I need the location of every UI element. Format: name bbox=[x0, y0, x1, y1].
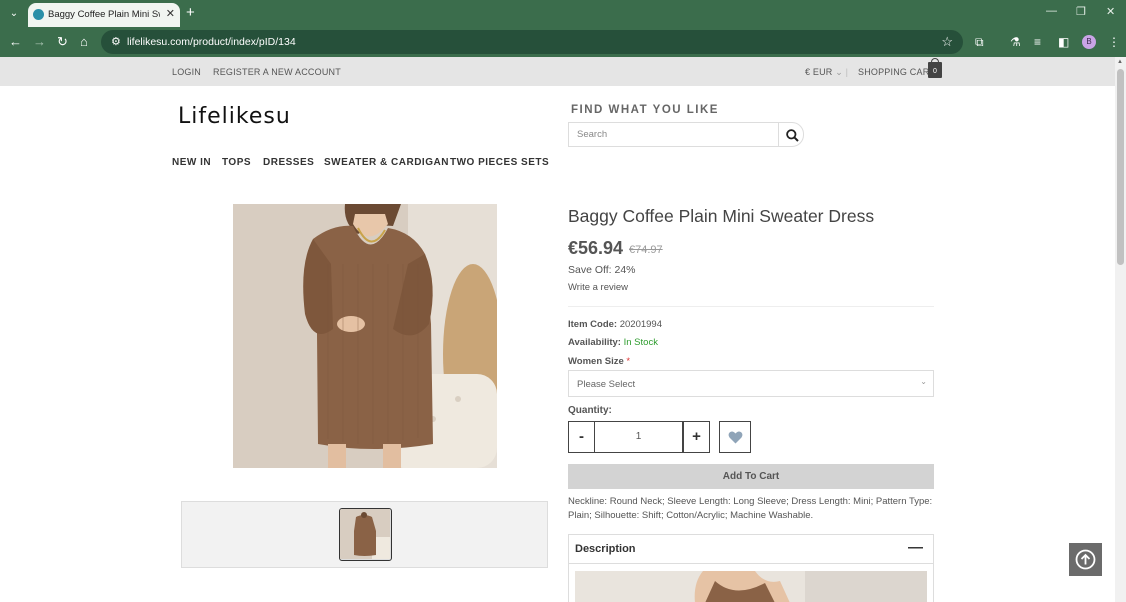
minimize-icon[interactable]: — bbox=[1046, 5, 1057, 17]
arrow-up-circle-icon bbox=[1075, 549, 1096, 570]
size-select[interactable]: Please Select ⌄ bbox=[568, 370, 934, 397]
item-code-row: Item Code: 20201994 bbox=[568, 319, 662, 330]
availability-value: In Stock bbox=[623, 337, 658, 348]
home-icon[interactable]: ⌂ bbox=[80, 34, 88, 50]
search-button[interactable] bbox=[778, 122, 804, 147]
size-label: Women Size bbox=[568, 356, 624, 367]
product-main-image[interactable] bbox=[233, 204, 497, 468]
new-tab-plus-icon[interactable]: + bbox=[186, 4, 195, 21]
description-separator bbox=[569, 563, 933, 564]
currency-chevron-icon: ⌄ bbox=[835, 67, 843, 77]
product-price: €56.94 bbox=[568, 238, 624, 258]
shopping-bag-icon[interactable]: 0 bbox=[928, 58, 942, 78]
chevron-down-icon: ⌄ bbox=[920, 377, 927, 386]
tab-favicon-icon bbox=[33, 9, 44, 20]
extensions-icon[interactable]: ⧉ bbox=[975, 35, 984, 50]
description-header[interactable]: Description bbox=[575, 543, 636, 555]
tab-close-icon[interactable]: ✕ bbox=[166, 7, 175, 20]
availability-label: Availability: bbox=[568, 337, 621, 348]
heart-icon bbox=[728, 431, 742, 444]
size-required-mark: * bbox=[626, 356, 631, 367]
currency-label: € EUR bbox=[805, 67, 833, 77]
reload-icon[interactable]: ↻ bbox=[57, 34, 68, 50]
search-icon bbox=[786, 129, 799, 142]
url-text[interactable]: lifelikesu.com/product/index/pID/134 bbox=[127, 36, 296, 48]
topbar-separator: | bbox=[845, 67, 849, 77]
product-old-price: €74.97 bbox=[629, 244, 663, 256]
site-settings-icon[interactable]: ⚙ bbox=[111, 35, 121, 48]
restore-icon[interactable]: ❐ bbox=[1076, 5, 1086, 18]
quantity-input[interactable]: 1 bbox=[594, 421, 683, 453]
browser-tab[interactable]: Baggy Coffee Plain Mini Sweat ✕ bbox=[28, 3, 180, 27]
scroll-thumb[interactable] bbox=[1117, 69, 1124, 265]
product-title: Baggy Coffee Plain Mini Sweater Dress bbox=[568, 206, 875, 226]
save-off-label: Save Off: 24% bbox=[568, 264, 636, 276]
page-scrollbar[interactable]: ▲ bbox=[1115, 57, 1126, 602]
product-thumbnail-strip bbox=[181, 501, 548, 568]
back-arrow-icon[interactable]: ← bbox=[9, 34, 22, 50]
wishlist-button[interactable] bbox=[719, 421, 751, 453]
window-close-icon[interactable]: ✕ bbox=[1106, 5, 1115, 18]
quantity-plus-button[interactable]: + bbox=[683, 421, 710, 453]
availability-row: Availability: In Stock bbox=[568, 337, 658, 348]
find-label: FIND WHAT YOU LIKE bbox=[571, 104, 719, 116]
search-input[interactable] bbox=[568, 122, 779, 147]
nav-new-in[interactable]: NEW IN bbox=[172, 157, 211, 168]
nav-sweater-cardigan[interactable]: SWEATER & CARDIGAN bbox=[324, 157, 449, 168]
forward-arrow-icon[interactable]: → bbox=[33, 34, 46, 50]
size-label-row: Women Size * bbox=[568, 356, 630, 367]
currency-selector[interactable]: € EUR ⌄ | bbox=[805, 67, 848, 78]
scroll-up-icon[interactable]: ▲ bbox=[1117, 59, 1123, 65]
nav-dresses[interactable]: DRESSES bbox=[263, 157, 314, 168]
nav-two-pieces-sets[interactable]: TWO PIECES SETS bbox=[450, 157, 549, 168]
site-top-bar: LOGIN REGISTER A NEW ACCOUNT € EUR ⌄ | S… bbox=[0, 57, 1115, 86]
shopping-cart-link[interactable]: SHOPPING CART bbox=[858, 67, 935, 77]
browser-menu-icon[interactable]: ⋮ bbox=[1108, 35, 1120, 49]
media-controls-icon[interactable]: ≡ bbox=[1034, 35, 1041, 49]
back-to-top-button[interactable] bbox=[1069, 543, 1102, 576]
nav-tops[interactable]: TOPS bbox=[222, 157, 251, 168]
side-panel-icon[interactable]: ◧ bbox=[1058, 35, 1069, 49]
description-accordion: Description — bbox=[568, 534, 934, 602]
bookmark-star-icon[interactable]: ☆ bbox=[941, 34, 953, 50]
product-thumbnail[interactable] bbox=[339, 508, 392, 561]
address-bar[interactable]: ⚙ lifelikesu.com/product/index/pID/134 ☆ bbox=[101, 30, 963, 54]
browser-toolbar: ← → ↻ ⌂ ⚙ lifelikesu.com/product/index/p… bbox=[0, 27, 1126, 57]
collapse-minus-icon[interactable]: — bbox=[908, 539, 923, 556]
size-select-value: Please Select bbox=[577, 379, 636, 390]
site-logo[interactable]: Lifelikesu bbox=[178, 104, 291, 129]
tab-search-chevron-icon[interactable]: ⌄ bbox=[6, 6, 22, 22]
product-features: Neckline: Round Neck; Sleeve Length: Lon… bbox=[568, 496, 933, 521]
login-link[interactable]: LOGIN bbox=[172, 67, 201, 77]
browser-tab-bar: ⌄ Baggy Coffee Plain Mini Sweat ✕ + — ❐ … bbox=[0, 0, 1126, 27]
write-review-link[interactable]: Write a review bbox=[568, 282, 628, 293]
add-to-cart-button[interactable]: Add To Cart bbox=[568, 464, 934, 489]
tab-title: Baggy Coffee Plain Mini Sweat bbox=[48, 9, 160, 20]
labs-flask-icon[interactable]: ⚗ bbox=[1010, 35, 1021, 49]
description-image bbox=[575, 571, 927, 602]
quantity-minus-button[interactable]: - bbox=[568, 421, 595, 453]
profile-avatar[interactable]: B bbox=[1082, 35, 1096, 49]
item-code-label: Item Code: bbox=[568, 319, 618, 330]
item-code-value: 20201994 bbox=[619, 319, 663, 330]
info-divider bbox=[568, 306, 934, 307]
register-link[interactable]: REGISTER A NEW ACCOUNT bbox=[213, 67, 341, 77]
quantity-label: Quantity: bbox=[568, 405, 612, 416]
